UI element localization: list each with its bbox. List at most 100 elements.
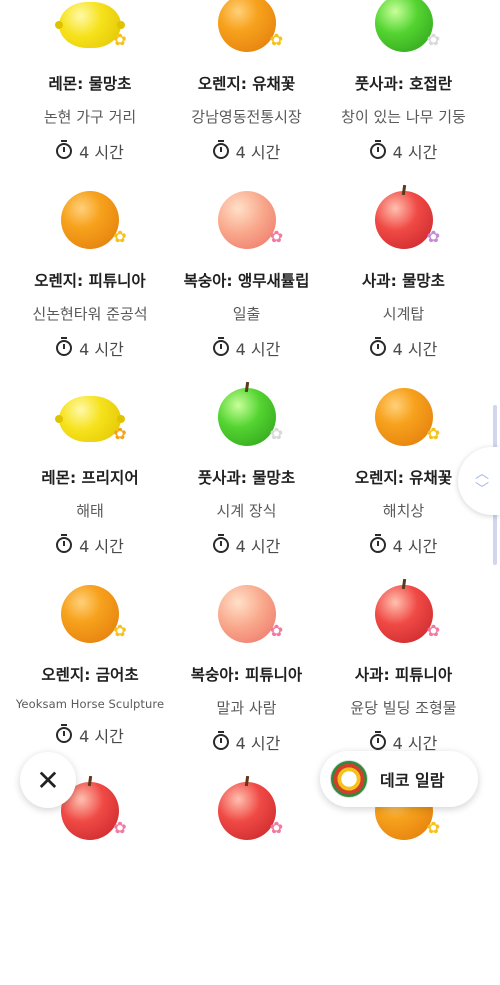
flower-icon: ✿ (426, 30, 441, 49)
item-name: 복숭아: 앵무새튤립 (183, 272, 310, 290)
item-name: 레몬: 프리지어 (41, 469, 139, 487)
deco-list-button[interactable]: 데코 일람 (320, 751, 478, 807)
item-location: 윤당 빌딩 조형물 (350, 699, 457, 717)
flower-icon: ✿ (113, 424, 127, 443)
flower-icon: ✿ (113, 30, 127, 49)
item-location: 시계탑 (382, 305, 425, 323)
fruit-image: ✿ (325, 585, 482, 655)
flower-icon: ✿ (269, 424, 284, 443)
timer-icon (56, 724, 73, 743)
timer-icon (212, 731, 229, 750)
item-time-value: 4 시간 (235, 537, 281, 556)
item-time-value: 4 시간 (79, 537, 124, 556)
item-time: 4 시간 (168, 730, 325, 754)
chevron-down-icon: ﹀ (475, 482, 489, 498)
item-location: Yeoksam Horse Sculpture (15, 697, 165, 711)
fruit-image: ✿ (168, 782, 325, 852)
decor-item[interactable]: ✿ 풋사과: 물망초 시계 장식 4 시간 (168, 388, 325, 591)
fruit-image: ✿ (325, 388, 482, 458)
flower-icon: ✿ (269, 227, 284, 246)
decor-item[interactable]: ✿ (168, 782, 325, 985)
item-name: 오렌지: 금어초 (41, 666, 139, 684)
decor-item[interactable]: ✿ (12, 782, 168, 985)
decor-item[interactable]: ✿ 레몬: 물망초 논현 가구 거리 4 시간 (12, 0, 168, 197)
item-time: 4 시간 (325, 336, 482, 360)
item-name: 사과: 피튜니아 (354, 666, 453, 684)
decor-item[interactable]: ✿ 풋사과: 호접란 창이 있는 나무 기둥 4 시간 (325, 0, 482, 197)
timer-icon (212, 534, 229, 553)
item-time-value: 4 시간 (392, 537, 438, 556)
fruit-image: ✿ (12, 191, 168, 261)
flower-icon: ✿ (269, 30, 284, 49)
item-name: 오렌지: 유채꽃 (197, 75, 296, 93)
fruit-image: ✿ (168, 388, 325, 458)
fruit-image: ✿ (12, 0, 168, 64)
item-name: 오렌지: 피튜니아 (34, 272, 146, 290)
green-apple-icon (374, 0, 433, 52)
decor-item[interactable]: ✿ 사과: 물망초 시계탑 4 시간 (325, 191, 482, 394)
item-location: 논현 가구 거리 (43, 108, 137, 126)
item-location: 창이 있는 나무 기둥 (341, 108, 466, 126)
decor-item[interactable]: ✿ 오렌지: 피튜니아 신논현타워 준공석 4 시간 (12, 191, 168, 394)
flower-icon: ✿ (426, 424, 441, 443)
close-button[interactable]: ✕ (20, 752, 76, 808)
item-time-value: 4 시간 (79, 143, 124, 162)
timer-icon (56, 140, 73, 159)
item-location: 해태 (76, 502, 104, 520)
item-location: 말과 사람 (216, 699, 277, 717)
timer-icon (369, 731, 386, 750)
item-time-value: 4 시간 (235, 340, 281, 359)
timer-icon (369, 534, 386, 553)
item-time: 4 시간 (325, 139, 482, 163)
item-time: 4 시간 (168, 336, 325, 360)
fruit-image: ✿ (12, 585, 168, 655)
fruit-image: ✿ (168, 0, 325, 64)
timer-icon (56, 337, 73, 356)
item-time-value: 4 시간 (235, 143, 281, 162)
timer-icon (369, 337, 386, 356)
fruit-image: ✿ (325, 0, 482, 64)
item-time-value: 4 시간 (392, 340, 438, 359)
flower-icon: ✿ (113, 227, 127, 246)
item-name: 풋사과: 호접란 (354, 75, 453, 93)
item-time: 4 시간 (168, 139, 325, 163)
decor-item[interactable]: ✿ 복숭아: 피튜니아 말과 사람 4 시간 (168, 585, 325, 788)
flower-icon: ✿ (113, 818, 127, 837)
item-time: 4 시간 (12, 139, 168, 163)
item-location: 강남영동전통시장 (191, 108, 302, 126)
decor-item[interactable]: ✿ 오렌지: 유채꽃 강남영동전통시장 4 시간 (168, 0, 325, 197)
item-location: 일출 (232, 305, 261, 323)
item-time: 4 시간 (12, 723, 168, 747)
item-location: 신논현타워 준공석 (32, 305, 148, 323)
timer-icon (56, 534, 73, 553)
timer-icon (369, 140, 386, 159)
flower-icon: ✿ (426, 227, 441, 246)
timer-icon (212, 140, 229, 159)
flower-icon: ✿ (426, 818, 441, 837)
fruit-image: ✿ (12, 388, 168, 458)
chevron-up-icon: ︿ (475, 466, 489, 482)
orange-icon (217, 0, 276, 52)
item-time-value: 4 시간 (79, 727, 124, 746)
decor-item[interactable]: ✿ 오렌지: 유채꽃 해치상 4 시간 (325, 388, 482, 591)
deco-wreath-icon (330, 760, 368, 798)
item-name: 풋사과: 물망초 (197, 469, 296, 487)
item-time-value: 4 시간 (235, 734, 281, 753)
fruit-image: ✿ (325, 191, 482, 261)
decor-item[interactable]: ✿ 복숭아: 앵무새튤립 일출 4 시간 (168, 191, 325, 394)
item-name: 레몬: 물망초 (48, 75, 132, 93)
flower-icon: ✿ (426, 621, 441, 640)
item-name: 사과: 물망초 (362, 272, 445, 290)
decor-item[interactable]: ✿ (325, 782, 482, 985)
item-time: 4 시간 (325, 533, 482, 557)
item-time: 4 시간 (12, 336, 168, 360)
decor-item[interactable]: ✿ 레몬: 프리지어 해태 4 시간 (12, 394, 168, 591)
flower-icon: ✿ (269, 818, 284, 837)
fruit-image: ✿ (168, 585, 325, 655)
fruit-image: ✿ (168, 191, 325, 261)
timer-icon (212, 337, 229, 356)
item-time-value: 4 시간 (392, 143, 438, 162)
decor-grid: ✿ 레몬: 물망초 논현 가구 거리 4 시간 ✿ 오렌지: 유채꽃 강남영동전… (0, 0, 500, 985)
close-icon: ✕ (36, 763, 60, 797)
item-location: 해치상 (382, 502, 425, 520)
